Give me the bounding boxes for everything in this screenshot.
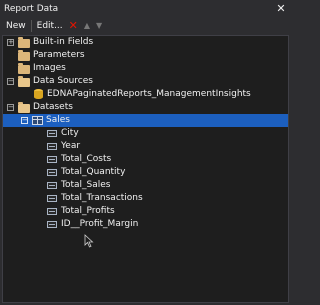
tree-item-label: Images bbox=[33, 63, 66, 73]
collapse-icon[interactable]: − bbox=[7, 78, 14, 85]
collapse-icon[interactable]: − bbox=[21, 117, 28, 124]
report-data-tree[interactable]: + Built-in Fields Parameters Images − Da… bbox=[2, 35, 289, 303]
field-icon bbox=[47, 221, 57, 228]
tree-item-label: Total_Profits bbox=[61, 206, 115, 216]
tree-item-field[interactable]: City bbox=[3, 127, 288, 140]
edit-button[interactable]: Edit... bbox=[34, 18, 66, 33]
tree-item-label: Total_Costs bbox=[61, 154, 112, 164]
tree-item-label: Total_Sales bbox=[61, 180, 111, 190]
folder-icon bbox=[18, 63, 30, 74]
tree-item-sales-dataset[interactable]: − Sales bbox=[3, 114, 288, 127]
database-icon bbox=[34, 89, 43, 100]
tree-item-parameters[interactable]: Parameters bbox=[3, 49, 288, 62]
close-icon[interactable]: ✕ bbox=[273, 0, 289, 17]
toolbar-separator bbox=[30, 19, 32, 32]
tree-item-label: Year bbox=[61, 141, 81, 151]
field-icon bbox=[47, 208, 57, 215]
tree-item-label: Datasets bbox=[33, 102, 73, 112]
folder-icon bbox=[18, 37, 30, 48]
field-icon bbox=[47, 143, 57, 150]
toolbar: New Edit... ✕ ▲ ▼ bbox=[0, 17, 291, 34]
tree-item-field[interactable]: Total_Sales bbox=[3, 179, 288, 192]
field-icon bbox=[47, 156, 57, 163]
tree-item-label: Built-in Fields bbox=[33, 37, 94, 47]
tree-item-label: Total_Quantity bbox=[61, 167, 126, 177]
folder-open-icon bbox=[18, 76, 30, 87]
move-down-icon[interactable]: ▼ bbox=[93, 21, 105, 30]
tree-item-field[interactable]: Total_Transactions bbox=[3, 192, 288, 205]
mouse-cursor-icon bbox=[84, 234, 94, 248]
tree-item-field[interactable]: Total_Costs bbox=[3, 153, 288, 166]
tree-item-label: City bbox=[61, 128, 79, 138]
tree-item-label: EDNAPaginatedReports_ManagementInsights bbox=[47, 89, 251, 99]
tree-item-field[interactable]: Total_Quantity bbox=[3, 166, 288, 179]
field-icon bbox=[47, 130, 57, 137]
field-icon bbox=[47, 195, 57, 202]
tree-item-field[interactable]: Year bbox=[3, 140, 288, 153]
title-bar: Report Data ✕ bbox=[0, 0, 291, 17]
tree-item-field[interactable]: ID__Profit_Margin bbox=[3, 218, 288, 231]
tree-item-label: Data Sources bbox=[33, 76, 93, 86]
collapse-icon[interactable]: − bbox=[7, 104, 14, 111]
tree-item-data-source[interactable]: EDNAPaginatedReports_ManagementInsights bbox=[3, 88, 288, 101]
tree-item-images[interactable]: Images bbox=[3, 62, 288, 75]
window-title: Report Data bbox=[4, 3, 59, 14]
table-icon bbox=[32, 116, 43, 125]
tree-item-label: Parameters bbox=[33, 50, 85, 60]
folder-open-icon bbox=[18, 102, 30, 113]
tree-item-label: Total_Transactions bbox=[61, 193, 143, 203]
folder-icon bbox=[18, 50, 30, 61]
tree-item-datasets[interactable]: − Datasets bbox=[3, 101, 288, 114]
tree-item-data-sources[interactable]: − Data Sources bbox=[3, 75, 288, 88]
delete-icon[interactable]: ✕ bbox=[66, 19, 81, 32]
new-button[interactable]: New bbox=[3, 18, 29, 33]
tree-item-built-in-fields[interactable]: + Built-in Fields bbox=[3, 36, 288, 49]
move-up-icon[interactable]: ▲ bbox=[81, 21, 93, 30]
tree-item-label: ID__Profit_Margin bbox=[61, 219, 139, 229]
expand-icon[interactable]: + bbox=[7, 39, 14, 46]
tree-item-label: Sales bbox=[46, 115, 70, 125]
field-icon bbox=[47, 169, 57, 176]
field-icon bbox=[47, 182, 57, 189]
tree-item-field[interactable]: Total_Profits bbox=[3, 205, 288, 218]
